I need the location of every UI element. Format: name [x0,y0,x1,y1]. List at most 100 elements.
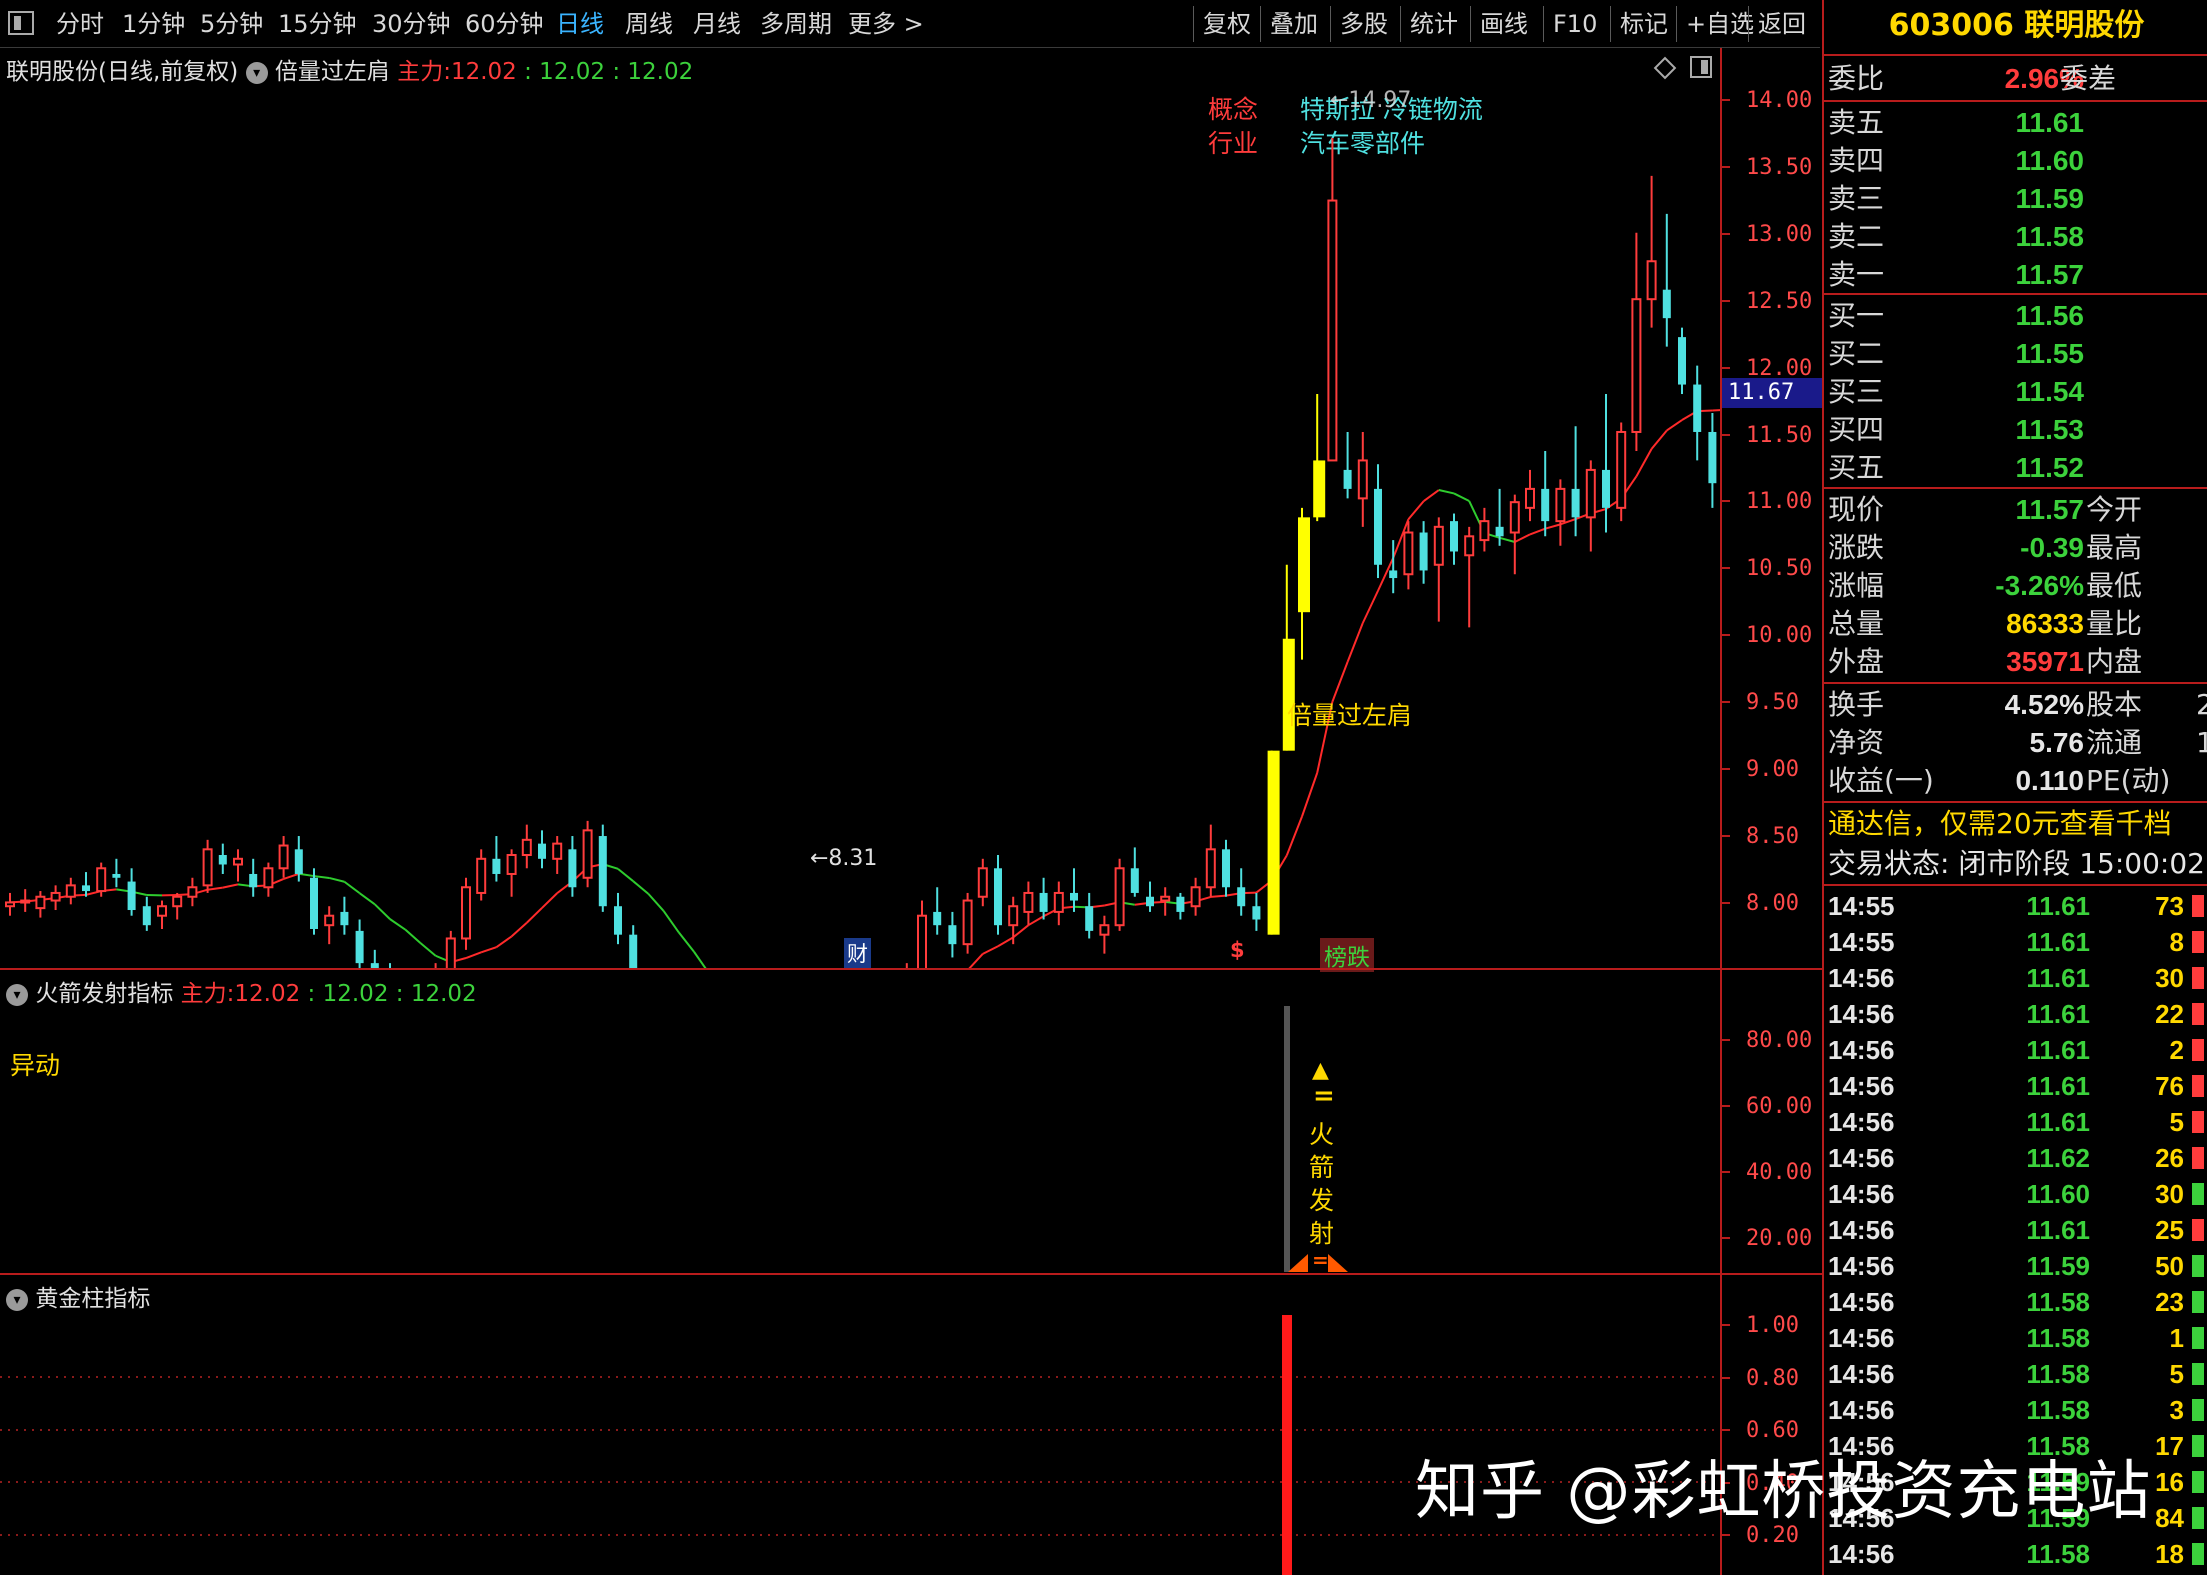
candle[interactable] [233,849,243,882]
candle[interactable] [1114,858,1125,931]
candle[interactable] [962,892,973,954]
toolbar-action-button[interactable]: 复权 [1203,8,1251,40]
candle[interactable] [1450,513,1458,565]
candle[interactable] [1099,915,1110,954]
candle[interactable] [1237,868,1246,916]
candle[interactable] [1146,881,1154,912]
candle[interactable] [1433,517,1444,622]
candle[interactable] [112,858,121,888]
candle[interactable] [1298,507,1310,660]
period-tab[interactable]: 5分钟 [200,8,263,40]
period-tab[interactable]: 月线 [693,8,741,40]
candle[interactable] [521,824,532,869]
candle[interactable] [142,896,151,931]
toolbar-action-button[interactable]: +自选 [1686,8,1754,40]
period-tab[interactable]: 1分钟 [122,8,185,40]
candle[interactable] [187,877,198,907]
candle[interactable] [249,858,258,897]
candle[interactable] [310,868,318,935]
candle[interactable] [5,892,15,916]
candle[interactable] [1602,394,1610,533]
candle[interactable] [1267,750,1280,935]
candle[interactable] [127,868,136,916]
candle[interactable] [1205,824,1216,897]
candle[interactable] [1525,469,1535,522]
candle[interactable] [614,892,622,945]
candle[interactable] [96,862,107,897]
stock-code-name[interactable]: 603006 联明股份 [1824,0,2207,52]
promo-text[interactable]: 通达信，仅需20元查看千档 [1828,805,2172,843]
period-tab[interactable]: 更多 > [848,8,924,40]
candle[interactable] [1222,839,1230,897]
candle[interactable] [492,836,501,882]
candle[interactable] [568,836,577,897]
candle[interactable] [1403,521,1414,590]
candle[interactable] [461,877,471,950]
toolbar-action-button[interactable]: 标记 [1620,8,1668,40]
toolbar-action-button[interactable]: 画线 [1480,8,1528,40]
candle[interactable] [1616,422,1627,522]
candle[interactable] [1464,526,1475,628]
candle[interactable] [1541,450,1550,537]
candle[interactable] [1585,460,1596,552]
candle[interactable] [948,911,957,958]
candle[interactable] [1374,464,1382,579]
rocket-indicator-name[interactable]: 火箭发射指标 [35,981,173,1007]
toolbar-action-button[interactable]: 叠加 [1270,8,1318,40]
candle[interactable] [552,836,563,874]
candle[interactable] [977,858,988,907]
candle[interactable] [355,919,364,968]
candle[interactable] [1085,892,1094,939]
candle[interactable] [629,925,638,968]
period-tab[interactable]: 多周期 [760,8,832,40]
candle[interactable] [278,836,289,878]
candle[interactable] [1327,137,1338,462]
period-tab[interactable]: 15分钟 [278,8,357,40]
candle[interactable] [324,906,335,945]
candle[interactable] [538,830,546,869]
candle[interactable] [1678,327,1686,395]
event-dollar-icon[interactable]: $ [1230,938,1245,962]
candle[interactable] [1023,881,1034,926]
candle[interactable] [582,820,593,888]
candle[interactable] [172,892,183,920]
event-cai-icon[interactable]: 财 [844,938,871,968]
candle[interactable] [917,900,927,968]
candle[interactable] [1555,479,1566,546]
candle[interactable] [1509,494,1520,575]
candle[interactable] [370,949,379,968]
toolbar-action-button[interactable]: 统计 [1410,8,1458,40]
period-tab[interactable]: 分时 [56,8,104,40]
candle[interactable] [445,930,456,968]
candle[interactable] [994,855,1002,935]
period-tab[interactable]: 30分钟 [372,8,451,40]
candle[interactable] [598,824,607,912]
candle[interactable] [1646,175,1657,328]
candle[interactable] [1130,847,1139,897]
rocket-indicator-panel[interactable]: ▾ 火箭发射指标 主力:12.02 : 12.02 : 12.02 异动 ▲ =… [0,968,1822,1273]
period-tab[interactable]: 周线 [625,8,673,40]
candle[interactable] [1313,394,1326,522]
candle[interactable] [35,891,46,918]
candle[interactable] [1160,887,1171,916]
candle[interactable] [1693,365,1702,461]
candle[interactable] [82,872,90,897]
candlestick-chart[interactable] [0,48,1722,968]
candle[interactable] [1479,507,1490,552]
event-bangdie-icon[interactable]: 榜跌 [1320,938,1374,972]
candle[interactable] [1252,892,1261,931]
candle[interactable] [1631,232,1642,451]
candle[interactable] [65,877,76,905]
candle[interactable] [1389,540,1398,594]
candle[interactable] [1190,877,1201,916]
toolbar-action-button[interactable]: F10 [1553,8,1597,40]
candle[interactable] [476,849,487,901]
candle[interactable] [157,900,167,929]
panel-toggle-icon[interactable] [8,11,34,35]
toolbar-action-button[interactable]: 返回 [1758,8,1806,40]
candle[interactable] [1662,213,1671,347]
candle[interactable] [1357,431,1368,527]
candle[interactable] [1053,881,1064,926]
candle[interactable] [1343,431,1352,499]
candle[interactable] [340,896,349,935]
